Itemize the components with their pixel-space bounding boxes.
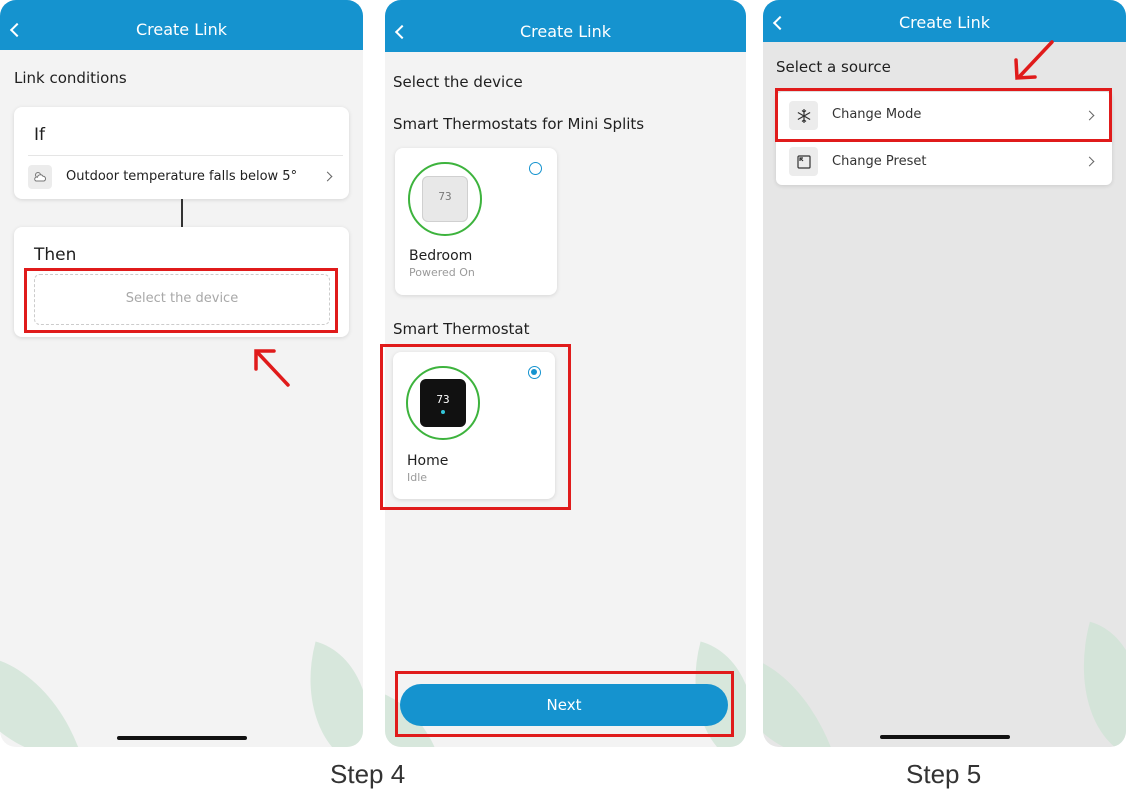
thermostat-white-icon: 73: [422, 176, 468, 222]
group-title: Smart Thermostats for Mini Splits: [393, 115, 645, 133]
if-heading: If: [34, 125, 45, 145]
step-label: Step 4: [330, 759, 406, 789]
highlight-box: [24, 268, 338, 333]
app-header: Create Link: [763, 0, 1126, 42]
device-card-bedroom[interactable]: 73 Bedroom Powered On: [395, 148, 557, 295]
device-name: Bedroom: [409, 248, 473, 264]
screen-link-conditions: Create Link Link conditions If Outdoor t…: [0, 0, 363, 747]
highlight-box: [395, 671, 734, 737]
step-label: Step 5: [906, 759, 982, 789]
highlight-box: [775, 88, 1112, 142]
app-header: Create Link: [385, 0, 746, 52]
device-radio[interactable]: [529, 162, 542, 175]
highlight-box: [380, 344, 571, 510]
chevron-right-icon: [322, 171, 333, 182]
condition-text: Outdoor temperature falls below 5°: [66, 169, 298, 184]
app-header: Create Link: [0, 0, 363, 50]
section-label: Select a source: [776, 58, 891, 76]
page-title: Create Link: [898, 13, 990, 32]
arrow-annotation: [1014, 40, 1054, 80]
section-label: Select the device: [393, 73, 523, 91]
connector-line: [181, 199, 183, 227]
decorative-leaf: [287, 641, 363, 747]
group-title: Smart Thermostat: [393, 320, 530, 338]
preset-icon: [789, 147, 818, 176]
option-change-preset[interactable]: Change Preset: [776, 139, 1112, 185]
arrow-annotation: [254, 349, 290, 387]
device-status: Powered On: [409, 266, 475, 279]
condition-row[interactable]: Outdoor temperature falls below 5°: [14, 159, 349, 197]
option-label: Change Preset: [832, 154, 927, 169]
decorative-leaf: [0, 628, 80, 747]
home-indicator: [880, 735, 1010, 739]
page-title: Create Link: [135, 20, 227, 39]
chevron-right-icon: [1084, 156, 1095, 167]
page-title: Create Link: [519, 22, 611, 41]
thermostat-display: 73: [438, 190, 452, 203]
section-label: Link conditions: [14, 69, 127, 87]
decorative-leaf: [1058, 621, 1126, 747]
then-heading: Then: [34, 245, 77, 265]
device-image-ring: 73: [408, 162, 482, 236]
if-card: If Outdoor temperature falls below 5°: [14, 107, 349, 199]
weather-icon: [28, 165, 52, 189]
home-indicator: [117, 736, 247, 740]
decorative-leaf: [763, 630, 833, 747]
